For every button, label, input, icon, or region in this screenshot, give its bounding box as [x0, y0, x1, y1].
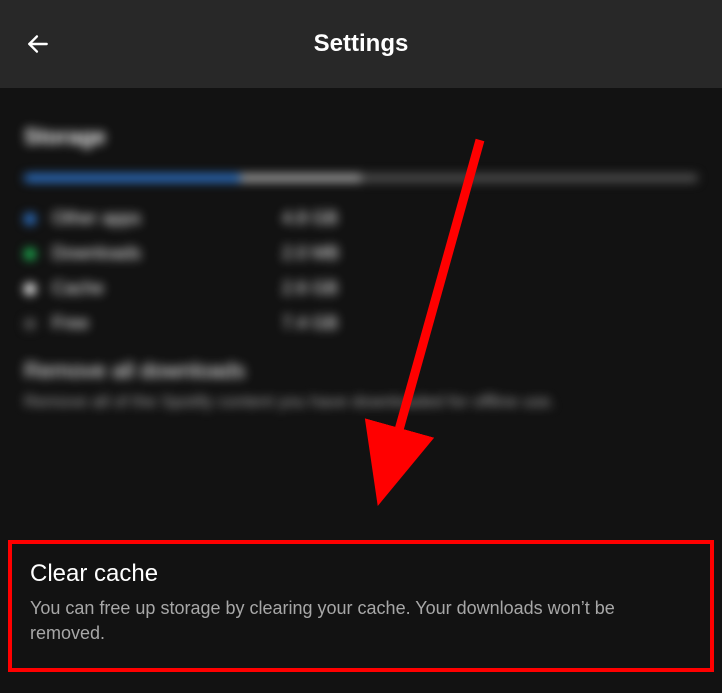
legend-row-cache: Cache 2.6 GB	[24, 278, 698, 299]
remove-downloads-title: Remove all downloads	[24, 358, 698, 384]
storage-section: Storage Other apps 4.8 GB Downloads 2.0 …	[24, 124, 698, 414]
remove-downloads-desc: Remove all of the Spotify content you ha…	[24, 390, 698, 414]
legend-value: 2.0 MB	[282, 243, 339, 264]
dot-icon	[24, 318, 36, 330]
storage-bar-other-apps	[24, 174, 240, 182]
clear-cache-desc: You can free up storage by clearing your…	[30, 596, 692, 646]
dot-icon	[24, 283, 36, 295]
legend-row-downloads: Downloads 2.0 MB	[24, 243, 698, 264]
storage-heading: Storage	[24, 124, 698, 150]
legend-label: Downloads	[52, 243, 282, 264]
legend-label: Cache	[52, 278, 282, 299]
dot-icon	[24, 248, 36, 260]
clear-cache-option[interactable]: Clear cache You can free up storage by c…	[8, 540, 714, 672]
page-title: Settings	[0, 30, 722, 58]
storage-bar-cache	[240, 174, 361, 182]
legend-value: 2.6 GB	[282, 278, 338, 299]
dot-icon	[24, 213, 36, 225]
legend-value: 7.4 GB	[282, 313, 338, 334]
legend-row-free: Free 7.4 GB	[24, 313, 698, 334]
remove-all-downloads-option[interactable]: Remove all downloads Remove all of the S…	[24, 358, 698, 414]
storage-bar-free	[361, 174, 698, 182]
legend-label: Other apps	[52, 208, 282, 229]
storage-usage-bar	[24, 174, 698, 182]
back-arrow-icon[interactable]	[24, 30, 52, 58]
legend-label: Free	[52, 313, 282, 334]
storage-legend: Other apps 4.8 GB Downloads 2.0 MB Cache…	[24, 208, 698, 334]
legend-row-other-apps: Other apps 4.8 GB	[24, 208, 698, 229]
legend-value: 4.8 GB	[282, 208, 338, 229]
clear-cache-title: Clear cache	[30, 560, 692, 588]
header-bar: Settings	[0, 0, 722, 88]
